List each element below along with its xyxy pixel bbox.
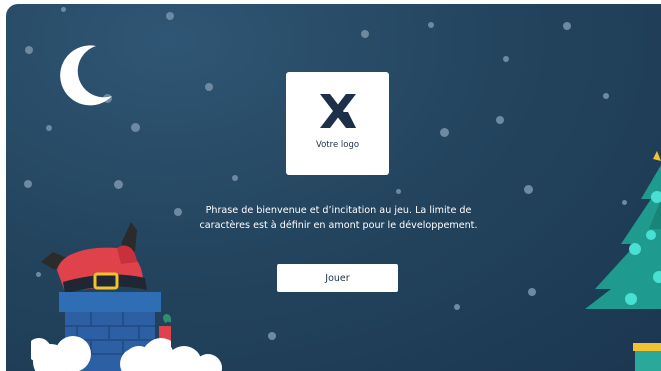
snow-cloud-illustration xyxy=(120,340,222,371)
welcome-message: Phrase de bienvenue et d’incitation au j… xyxy=(156,204,521,233)
game-welcome-screen: Votre logo Phrase de bienvenue et d’inci… xyxy=(6,4,661,371)
logo-text: Votre logo xyxy=(315,140,360,150)
play-button[interactable]: Jouer xyxy=(277,264,398,292)
crescent-moon-icon xyxy=(60,45,112,106)
christmas-tree-illustration xyxy=(585,151,661,371)
x-logo-icon xyxy=(320,94,356,128)
logo-card: Votre logo xyxy=(286,72,389,175)
welcome-message-line: Phrase de bienvenue et d’incitation au j… xyxy=(205,205,472,216)
welcome-message-line: caractères est à définir en amont pour l… xyxy=(199,219,478,231)
